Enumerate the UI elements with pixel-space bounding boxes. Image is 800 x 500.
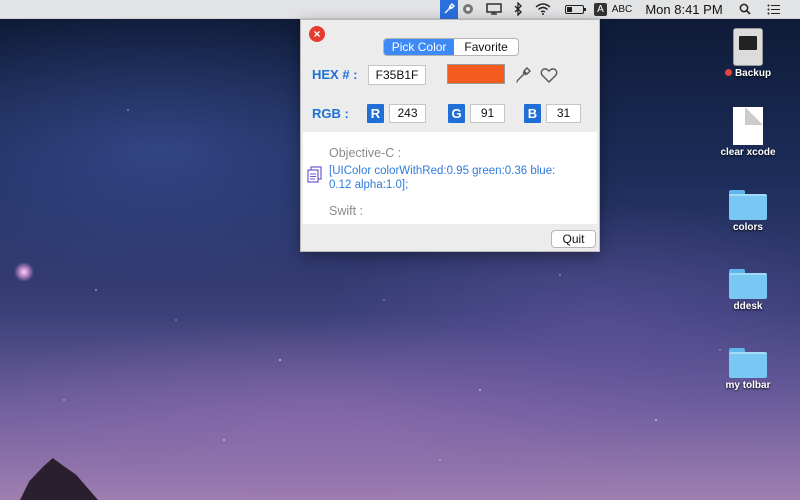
- desktop-item-my-tolbar[interactable]: my tolbar: [703, 348, 793, 391]
- copy-icon[interactable]: [307, 166, 323, 184]
- close-button[interactable]: ×: [309, 26, 325, 42]
- input-source-label[interactable]: ABC: [610, 0, 634, 19]
- desktop-item-label: clear xcode: [720, 147, 776, 158]
- r-chip: R: [367, 104, 384, 123]
- desktop-item-label: colors: [732, 222, 763, 233]
- g-field[interactable]: 91: [470, 104, 505, 123]
- folder-icon: [729, 269, 767, 299]
- color-picker-popover: × Pick Color Favorite HEX # : F35B1F RGB…: [300, 19, 600, 252]
- desktop-item-label: Backup: [734, 68, 772, 79]
- favorite-heart-icon[interactable]: [539, 65, 559, 85]
- rgb-label: RGB :: [312, 106, 349, 121]
- tab-favorite[interactable]: Favorite: [454, 39, 518, 55]
- desktop-item-label: my tolbar: [725, 380, 771, 391]
- hex-field[interactable]: F35B1F: [368, 65, 426, 85]
- eyedropper-icon[interactable]: [513, 65, 533, 85]
- desktop-item-ddesk[interactable]: ddesk: [703, 269, 793, 312]
- spotlight-icon[interactable]: [737, 0, 753, 19]
- swift-heading: Swift :: [329, 204, 364, 218]
- drive-icon: [733, 28, 763, 66]
- menu-bar: A ABC Mon 8:41 PM: [0, 0, 800, 19]
- quit-button[interactable]: Quit: [551, 230, 596, 248]
- r-field[interactable]: 243: [389, 104, 426, 123]
- color-swatch[interactable]: [447, 64, 505, 84]
- hex-label: HEX # :: [312, 67, 358, 82]
- input-source-badge[interactable]: A: [594, 3, 607, 16]
- folder-icon: [729, 348, 767, 378]
- code-snippets-panel: Objective-C : [UIColor colorWithRed:0.95…: [303, 132, 597, 224]
- mode-segmented-control: Pick Color Favorite: [383, 38, 519, 56]
- desktop-item-label: ddesk: [733, 301, 763, 312]
- document-icon: [733, 107, 763, 145]
- battery-icon[interactable]: [565, 5, 586, 14]
- b-chip: B: [524, 104, 541, 123]
- tab-pick-color[interactable]: Pick Color: [384, 39, 455, 55]
- folder-icon: [729, 190, 767, 220]
- menu-clock[interactable]: Mon 8:41 PM: [644, 0, 724, 19]
- display-icon[interactable]: [485, 0, 503, 19]
- list-icon[interactable]: [765, 0, 781, 19]
- g-chip: G: [448, 104, 465, 123]
- red-tag-icon: [724, 69, 732, 76]
- desktop-item-backup[interactable]: Backup: [703, 28, 793, 79]
- wifi-icon[interactable]: [533, 0, 553, 19]
- desktop-item-clear-xcode[interactable]: clear xcode: [703, 107, 793, 158]
- color-picker-icon[interactable]: [440, 0, 458, 19]
- objc-code[interactable]: [UIColor colorWithRed:0.95 green:0.36 bl…: [329, 164, 569, 192]
- colorwheel-icon[interactable]: [460, 0, 476, 19]
- wallpaper-glow: [14, 262, 34, 282]
- b-field[interactable]: 31: [546, 104, 581, 123]
- desktop-item-colors[interactable]: colors: [703, 190, 793, 233]
- objc-heading: Objective-C :: [329, 146, 402, 160]
- bluetooth-icon[interactable]: [511, 0, 525, 19]
